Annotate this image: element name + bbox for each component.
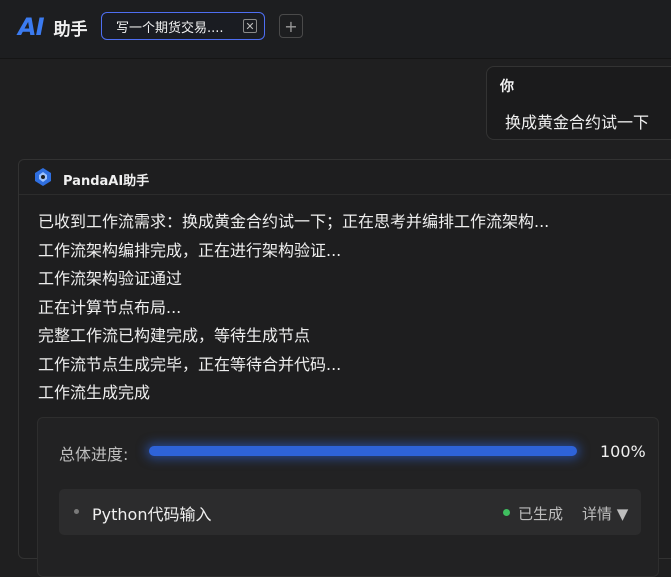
app-title: 助手 bbox=[53, 19, 88, 40]
user-sender-label: 你 bbox=[500, 79, 514, 95]
add-tab-button[interactable]: + bbox=[279, 14, 303, 38]
log-line: 工作流节点生成完毕，正在等待合并代码... bbox=[38, 354, 342, 374]
log-line: 已收到工作流需求：换成黄金合约试一下；正在思考并编排工作流架构... bbox=[38, 212, 550, 231]
workflow-log: 已收到工作流需求：换成黄金合约试一下；正在思考并编排工作流架构... 工作流架构… bbox=[38, 208, 549, 408]
progress-percent: 100% bbox=[600, 442, 646, 461]
tab-current-chat[interactable]: 写一个期货交易.... ✕ bbox=[101, 12, 265, 40]
progress-label: 总体进度: bbox=[59, 445, 129, 464]
user-message-text: 换成黄金合约试一下 bbox=[505, 113, 650, 132]
plus-icon: + bbox=[284, 16, 298, 36]
assistant-message: PandaAI助手 已收到工作流需求：换成黄金合约试一下；正在思考并编排工作流架… bbox=[18, 159, 671, 577]
panda-logo-icon bbox=[35, 168, 51, 186]
details-label: 详情 bbox=[582, 505, 613, 523]
top-bar: AI 助手 写一个期货交易.... ✕ + bbox=[0, 0, 671, 59]
progress-bar bbox=[149, 446, 577, 456]
ai-logo: AI bbox=[18, 13, 44, 41]
log-line: 工作流生成完成 bbox=[38, 383, 151, 402]
user-message: 你 换成黄金合约试一下 bbox=[486, 66, 671, 140]
progress-bar-fill bbox=[149, 446, 577, 456]
node-status: 已生成 bbox=[518, 505, 564, 523]
log-line: 工作流架构编排完成，正在进行架构验证... bbox=[38, 240, 342, 260]
assistant-name: PandaAI助手 bbox=[63, 174, 150, 189]
log-line: 完整工作流已构建完成，等待生成节点 bbox=[38, 326, 311, 345]
brand: AI 助手 bbox=[18, 13, 88, 41]
node-name: Python代码输入 bbox=[92, 505, 212, 524]
progress-card: 总体进度: 100% Python代码输入 已生成 详情 ▼ bbox=[37, 417, 659, 577]
status-dot-icon bbox=[503, 509, 510, 516]
close-icon[interactable]: ✕ bbox=[243, 19, 257, 33]
log-line: 工作流架构验证通过 bbox=[38, 269, 183, 288]
tab-label: 写一个期货交易.... bbox=[116, 20, 224, 36]
bullet-icon bbox=[74, 509, 79, 514]
triangle-down-icon: ▼ bbox=[616, 505, 629, 523]
details-toggle[interactable]: 详情 ▼ bbox=[582, 503, 628, 524]
node-row[interactable]: Python代码输入 已生成 详情 ▼ bbox=[59, 489, 641, 535]
assistant-header: PandaAI助手 bbox=[19, 160, 671, 195]
log-line: 正在计算节点布局... bbox=[38, 297, 182, 317]
